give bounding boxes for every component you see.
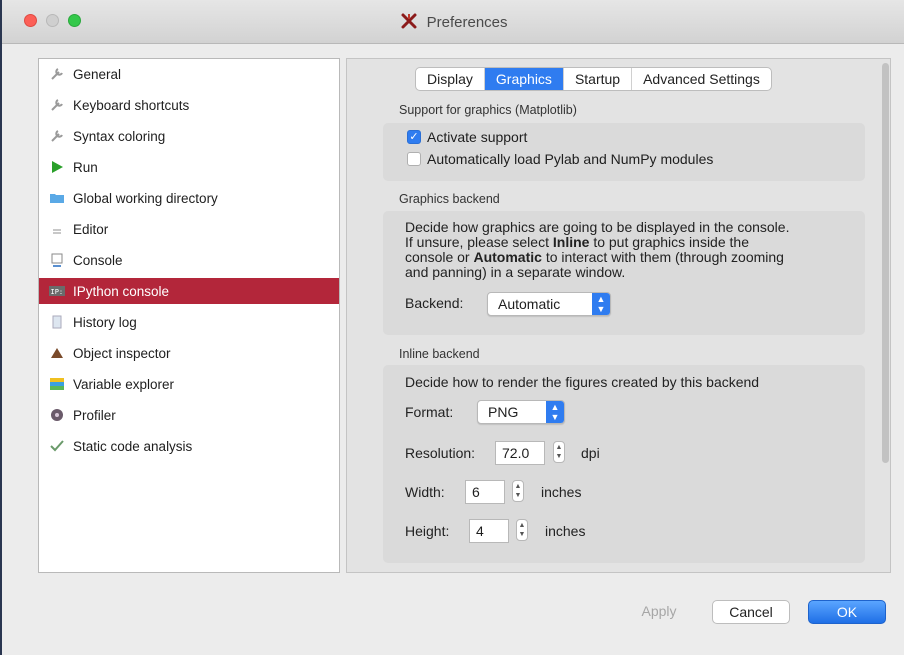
- tab-graphics[interactable]: Graphics: [484, 68, 564, 90]
- play-icon: [52, 161, 63, 173]
- wrench-icon: [51, 68, 63, 80]
- activate-support-label: Activate support: [427, 129, 528, 145]
- activate-support-row[interactable]: ✓ Activate support: [407, 129, 527, 145]
- sidebar-item-label: Profiler: [73, 407, 116, 423]
- chevron-updown-icon: ▲ ▼: [592, 293, 610, 315]
- sidebar-item-label: Object inspector: [73, 345, 171, 361]
- backend-select[interactable]: Automatic ▲ ▼: [487, 292, 611, 316]
- chevron-updown-icon: ▲ ▼: [546, 401, 564, 423]
- variables-icon: [50, 378, 64, 390]
- format-select[interactable]: PNG ▲ ▼: [477, 400, 565, 424]
- sidebar-item-label: Global working directory: [73, 190, 218, 206]
- width-input[interactable]: 6: [465, 480, 505, 504]
- panel-scrollbar[interactable]: [882, 63, 889, 463]
- sidebar-item-label: Syntax coloring: [73, 128, 166, 144]
- sidebar-item-syntax-coloring[interactable]: Syntax coloring: [39, 123, 339, 149]
- activate-support-checkbox[interactable]: ✓: [407, 130, 421, 144]
- inline-group-title: Inline backend: [399, 347, 480, 361]
- history-icon: [52, 315, 62, 329]
- preferences-window: Preferences General Keyboard shortcuts S…: [0, 0, 904, 655]
- width-label: Width:: [405, 484, 445, 500]
- inline-description: Decide how to render the figures created…: [405, 374, 760, 390]
- sidebar-item-variable-explorer[interactable]: Variable explorer: [39, 371, 339, 397]
- height-stepper[interactable]: ▲ ▼: [516, 519, 528, 541]
- folder-icon: [50, 194, 64, 203]
- window-title: Preferences: [2, 12, 904, 31]
- height-unit: inches: [545, 523, 586, 539]
- sidebar-item-profiler[interactable]: Profiler: [39, 402, 339, 428]
- backend-label: Backend:: [405, 295, 464, 311]
- apply-button[interactable]: Apply: [628, 600, 690, 624]
- resolution-unit: dpi: [581, 445, 600, 461]
- sidebar-item-object-inspector[interactable]: Object inspector: [39, 340, 339, 366]
- sidebar-item-ipython-console[interactable]: IP: IPython console: [39, 278, 339, 304]
- sidebar-item-global-working-directory[interactable]: Global working directory: [39, 185, 339, 211]
- height-input[interactable]: 4: [469, 519, 509, 543]
- sidebar-item-static-code-analysis[interactable]: Static code analysis: [39, 433, 339, 459]
- preferences-sidebar: General Keyboard shortcuts Syntax colori…: [38, 58, 340, 573]
- inline-group-box: [383, 365, 865, 563]
- height-label: Height:: [405, 523, 450, 539]
- sidebar-item-label: Editor: [73, 221, 109, 237]
- spyder-icon: [401, 13, 417, 29]
- settings-panel: Display Graphics Startup Advanced Settin…: [346, 58, 891, 573]
- backend-description: Decide how graphics are going to be disp…: [405, 219, 790, 280]
- ipython-icon: IP:: [49, 286, 65, 296]
- console-icon: [51, 253, 63, 267]
- tab-startup[interactable]: Startup: [564, 68, 633, 90]
- sidebar-item-label: Keyboard shortcuts: [73, 97, 190, 113]
- keyboard-icon: [51, 99, 63, 111]
- autoload-pylab-row[interactable]: Automatically load Pylab and NumPy modul…: [407, 151, 713, 167]
- resolution-label: Resolution:: [405, 445, 476, 461]
- sidebar-item-general[interactable]: General: [39, 61, 339, 87]
- sidebar-item-console[interactable]: Console: [39, 247, 339, 273]
- sidebar-item-label: Variable explorer: [73, 376, 175, 392]
- sidebar-item-label: General: [73, 66, 122, 82]
- tab-display[interactable]: Display: [416, 68, 485, 90]
- resolution-input[interactable]: 72.0: [495, 441, 545, 465]
- width-stepper[interactable]: ▲ ▼: [512, 480, 524, 502]
- cancel-button[interactable]: Cancel: [712, 600, 790, 624]
- tab-advanced-settings[interactable]: Advanced Settings: [632, 68, 771, 90]
- profiler-icon: [51, 409, 63, 421]
- resolution-stepper[interactable]: ▲ ▼: [553, 441, 565, 463]
- sidebar-item-label: Console: [73, 252, 123, 268]
- sidebar-item-label: History log: [73, 314, 137, 330]
- support-group-title: Support for graphics (Matplotlib): [399, 103, 577, 117]
- sidebar-item-history-log[interactable]: History log: [39, 309, 339, 335]
- format-label: Format:: [405, 404, 454, 420]
- tab-bar: Display Graphics Startup Advanced Settin…: [415, 67, 772, 91]
- title-bar: Preferences: [2, 0, 904, 44]
- sidebar-item-label: Static code analysis: [73, 438, 193, 454]
- sidebar-item-editor[interactable]: Editor: [39, 216, 339, 242]
- autoload-pylab-checkbox[interactable]: [407, 152, 421, 166]
- inspector-icon: [51, 348, 63, 358]
- backend-group-title: Graphics backend: [399, 192, 500, 206]
- ok-button[interactable]: OK: [808, 600, 886, 624]
- sidebar-item-run[interactable]: Run: [39, 154, 339, 180]
- analysis-icon: [50, 440, 64, 452]
- sidebar-item-keyboard-shortcuts[interactable]: Keyboard shortcuts: [39, 92, 339, 118]
- sidebar-item-label: IPython console: [73, 283, 170, 299]
- editor-icon: [53, 229, 61, 234]
- width-unit: inches: [541, 484, 582, 500]
- autoload-pylab-label: Automatically load Pylab and NumPy modul…: [427, 151, 714, 167]
- svg-text:IP:: IP:: [51, 288, 64, 296]
- palette-icon: [51, 130, 63, 142]
- sidebar-item-label: Run: [73, 159, 98, 175]
